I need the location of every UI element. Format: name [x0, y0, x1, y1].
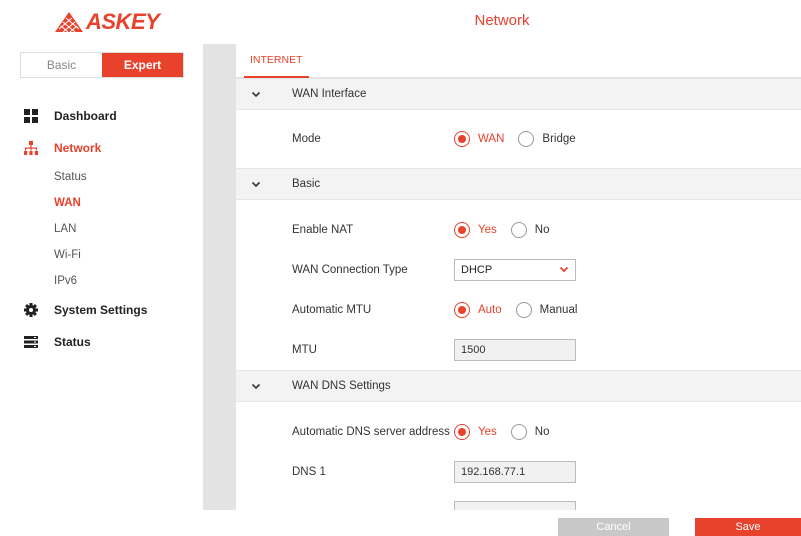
- auto-dns-radio-group: Yes No: [454, 424, 563, 440]
- form-row-dns1: DNS 1 192.168.77.1: [236, 452, 801, 492]
- form-row-dns2-partial: [236, 492, 801, 510]
- section-header-wan-interface[interactable]: WAN Interface: [236, 78, 801, 110]
- connection-type-label: WAN Connection Type: [292, 264, 408, 276]
- auto-dns-label: Automatic DNS server address: [292, 426, 450, 438]
- form-row-auto-mtu: Automatic MTU Auto Manual: [236, 290, 801, 330]
- mode-radio-bridge[interactable]: Bridge: [518, 131, 576, 147]
- select-value: DHCP: [461, 264, 493, 276]
- radio-label: Yes: [478, 224, 497, 236]
- status-icon: [24, 335, 38, 349]
- subnav-item-lan[interactable]: LAN: [0, 216, 203, 242]
- dns1-input[interactable]: 192.168.77.1: [454, 461, 576, 483]
- sidebar-item-network[interactable]: Network: [0, 132, 203, 164]
- sidebar: ASKEY Basic Expert Dashboard Network Sta…: [0, 0, 203, 536]
- cancel-button[interactable]: Cancel: [558, 518, 669, 536]
- dns2-input[interactable]: [454, 501, 576, 510]
- enable-nat-radio-group: Yes No: [454, 222, 563, 238]
- sidebar-item-label: Network: [54, 141, 102, 155]
- page-title: Network: [474, 12, 530, 29]
- subnav-item-ipv6[interactable]: IPv6: [0, 268, 203, 294]
- main-panel: INTERNET WAN Interface Mode WAN Bridge B…: [203, 44, 801, 510]
- content-area: INTERNET WAN Interface Mode WAN Bridge B…: [236, 44, 801, 510]
- radio-label: No: [534, 224, 550, 236]
- auto-mtu-label: Automatic MTU: [292, 304, 372, 316]
- auto-dns-radio-yes[interactable]: Yes: [454, 424, 497, 440]
- subnav-item-wifi[interactable]: Wi-Fi: [0, 242, 203, 268]
- tab-bar: INTERNET: [236, 44, 801, 78]
- radio-circle: [510, 222, 527, 238]
- radio-circle: [454, 131, 470, 147]
- connection-type-select[interactable]: DHCP: [454, 259, 576, 281]
- section-title: WAN DNS Settings: [292, 380, 391, 392]
- section-title: WAN Interface: [292, 88, 367, 100]
- dns1-control: 192.168.77.1: [454, 461, 576, 483]
- radio-circle: [518, 131, 535, 147]
- form-row-mtu: MTU 1500: [236, 330, 801, 370]
- sidebar-item-label: Dashboard: [54, 109, 117, 123]
- mode-radio-wan[interactable]: WAN: [454, 131, 504, 147]
- enable-nat-label: Enable NAT: [292, 224, 354, 236]
- chevron-down-icon: [236, 181, 276, 188]
- radio-circle: [454, 302, 470, 318]
- auto-dns-radio-no[interactable]: No: [510, 424, 550, 440]
- mode-expert-button[interactable]: Expert: [102, 53, 183, 77]
- dns1-label: DNS 1: [292, 466, 326, 478]
- sidebar-item-label: Status: [54, 335, 91, 349]
- tab-internet[interactable]: INTERNET: [244, 44, 309, 78]
- section-title: Basic: [292, 178, 321, 190]
- mode-basic-button[interactable]: Basic: [21, 53, 102, 77]
- form-row-mode: Mode WAN Bridge: [236, 110, 801, 168]
- sidebar-item-system-settings[interactable]: System Settings: [0, 294, 203, 326]
- form-row-connection-type: WAN Connection Type DHCP: [236, 250, 801, 290]
- section-header-basic[interactable]: Basic: [236, 168, 801, 200]
- app-root: ASKEY Basic Expert Dashboard Network Sta…: [0, 0, 801, 536]
- subnav-item-status[interactable]: Status: [0, 164, 203, 190]
- mtu-label: MTU: [292, 344, 317, 356]
- mtu-input[interactable]: 1500: [454, 339, 576, 361]
- radio-circle: [454, 222, 470, 238]
- brand-name: ASKEY: [86, 9, 160, 34]
- brand-logo: ASKEY: [54, 9, 160, 34]
- mode-toggle: Basic Expert: [20, 52, 184, 78]
- radio-label: Manual: [539, 304, 578, 316]
- chevron-down-icon: [236, 91, 276, 98]
- radio-circle: [510, 424, 527, 440]
- form-row-enable-nat: Enable NAT Yes No: [236, 210, 801, 250]
- subnav-item-wan[interactable]: WAN: [0, 190, 203, 216]
- gear-icon: [24, 303, 38, 317]
- enable-nat-radio-no[interactable]: No: [510, 222, 550, 238]
- connection-type-control: DHCP: [454, 259, 576, 281]
- network-icon: [24, 141, 38, 155]
- radio-label: Auto: [478, 304, 502, 316]
- mode-label: Mode: [292, 133, 321, 145]
- sidebar-nav: Dashboard Network Status WAN LAN Wi-Fi I…: [0, 100, 203, 358]
- auto-mtu-radio-manual[interactable]: Manual: [515, 302, 578, 318]
- dashboard-icon: [24, 109, 38, 123]
- radio-circle: [515, 302, 532, 318]
- section-header-wan-dns[interactable]: WAN DNS Settings: [236, 370, 801, 402]
- auto-mtu-radio-group: Auto Manual: [454, 302, 591, 318]
- mode-radio-group: WAN Bridge: [454, 131, 590, 147]
- chevron-down-icon: [236, 383, 276, 390]
- mtu-control: 1500: [454, 339, 576, 361]
- radio-label: WAN: [478, 133, 505, 145]
- enable-nat-radio-yes[interactable]: Yes: [454, 222, 497, 238]
- chevron-down-icon: [559, 264, 569, 276]
- askey-logo-icon: [55, 12, 83, 33]
- form-row-auto-dns: Automatic DNS server address Yes No: [236, 412, 801, 452]
- radio-label: No: [534, 426, 550, 438]
- auto-mtu-radio-auto[interactable]: Auto: [454, 302, 502, 318]
- radio-label: Yes: [478, 426, 497, 438]
- save-button[interactable]: Save: [695, 518, 801, 536]
- dns2-control: [454, 501, 576, 510]
- sidebar-item-status[interactable]: Status: [0, 326, 203, 358]
- sidebar-item-dashboard[interactable]: Dashboard: [0, 100, 203, 132]
- radio-label: Bridge: [542, 133, 576, 145]
- sidebar-item-label: System Settings: [54, 303, 148, 317]
- radio-circle: [454, 424, 470, 440]
